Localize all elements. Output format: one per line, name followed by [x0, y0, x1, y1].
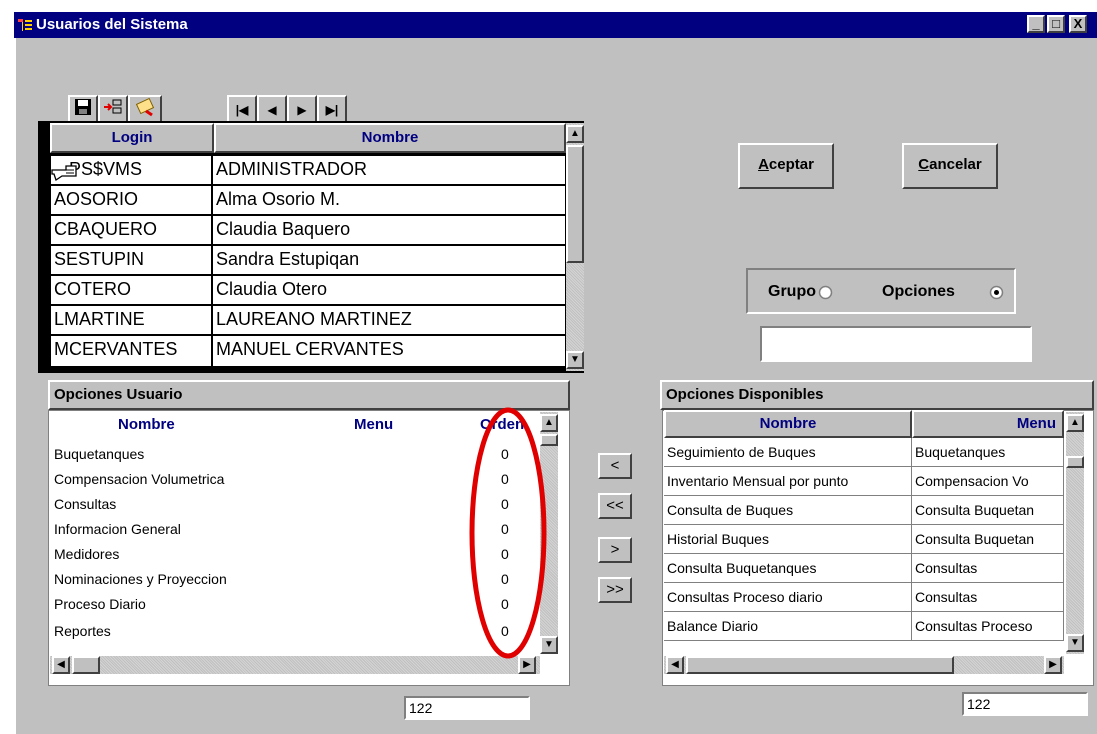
scroll-left-icon[interactable]: ◀ — [52, 656, 70, 674]
delete-record-button[interactable] — [128, 95, 162, 123]
mode-value-field[interactable] — [760, 326, 1032, 362]
table-row-nombre[interactable]: Sandra Estupiqan — [212, 245, 566, 275]
opciones-label: Opciones — [882, 283, 955, 300]
list-item[interactable]: Buquetanques — [54, 446, 144, 462]
annotation-ellipse — [469, 407, 547, 659]
table-row-nombre[interactable]: Claudia Otero — [212, 275, 566, 305]
table-row-menu[interactable]: Consulta Buquetan — [912, 496, 1064, 525]
accept-mnemonic: A — [758, 156, 769, 173]
close-button[interactable]: X — [1069, 15, 1087, 33]
table-row-nombre[interactable]: ADMINISTRADOR — [212, 155, 566, 185]
scroll-up-icon[interactable]: ▲ — [1066, 414, 1084, 432]
column-header-nombre[interactable]: Nombre — [214, 123, 566, 153]
save-icon — [75, 99, 91, 115]
table-row-login[interactable]: COTERO — [50, 275, 212, 305]
minimize-button[interactable]: _ — [1027, 15, 1045, 33]
table-row-nombre[interactable]: Balance Diario — [664, 612, 912, 641]
scroll-thumb[interactable] — [1066, 456, 1084, 468]
previous-record-button[interactable]: ◀ — [257, 95, 287, 123]
available-counter: 122 — [962, 692, 1088, 716]
record-pointer-icon — [51, 165, 77, 182]
scroll-down-icon[interactable]: ▼ — [566, 351, 584, 369]
last-record-icon: ▶| — [325, 103, 339, 117]
scroll-thumb[interactable] — [686, 656, 954, 674]
user-options-title: Opciones Usuario — [54, 386, 183, 403]
maximize-button[interactable]: □ — [1047, 15, 1065, 33]
scroll-up-icon[interactable]: ▲ — [566, 125, 584, 143]
list-item[interactable]: Consultas — [54, 496, 116, 512]
opciones-radio[interactable] — [989, 285, 1004, 300]
table-row-nombre[interactable]: Consulta de Buques — [664, 496, 912, 525]
list-item[interactable]: Compensacion Volumetrica — [54, 471, 224, 487]
list-item[interactable]: Proceso Diario — [54, 596, 146, 612]
table-row-login[interactable]: AOSORIO — [50, 185, 212, 215]
column-header-login[interactable]: Login — [50, 123, 214, 153]
list-item[interactable]: Medidores — [54, 546, 119, 562]
table-row-nombre[interactable]: LAUREANO MARTINEZ — [212, 305, 566, 335]
window-title: Usuarios del Sistema — [36, 16, 188, 33]
move-right-button[interactable]: > — [598, 537, 632, 563]
app-icon — [18, 19, 32, 31]
table-row-login[interactable]: CBAQUERO — [50, 215, 212, 245]
table-row-menu[interactable]: Consultas — [912, 583, 1064, 612]
cancel-mnemonic: C — [918, 156, 930, 173]
table-row-nombre[interactable]: Consulta Buquetanques — [664, 554, 912, 583]
insert-record-icon — [104, 99, 122, 114]
move-all-left-button[interactable]: << — [598, 493, 632, 519]
user-options-col-nombre[interactable]: Nombre — [118, 416, 175, 433]
accept-button[interactable]: Aceptar — [738, 143, 834, 189]
scroll-right-icon[interactable]: ▶ — [1044, 656, 1062, 674]
first-record-button[interactable]: |◀ — [227, 95, 257, 123]
table-row-nombre[interactable]: Historial Buques — [664, 525, 912, 554]
table-row-nombre[interactable]: Seguimiento de Buques — [664, 438, 912, 467]
scroll-down-icon[interactable]: ▼ — [1066, 634, 1084, 652]
table-row-login[interactable]: SESTUPIN — [50, 245, 212, 275]
accept-label: ceptar — [768, 156, 814, 173]
title-bar[interactable]: Usuarios del Sistema _ □ X — [14, 12, 1097, 38]
cancel-label: ancelar — [929, 156, 982, 173]
table-row-login[interactable]: LMARTINE — [50, 305, 212, 335]
table-row-menu[interactable]: Buquetanques — [912, 438, 1064, 467]
table-row-menu[interactable]: Consulta Buquetan — [912, 525, 1064, 554]
table-row-nombre[interactable]: MANUEL CERVANTES — [212, 335, 566, 367]
table-row-menu[interactable]: Compensacion Vo — [912, 467, 1064, 496]
next-record-button[interactable]: ▶ — [287, 95, 317, 123]
user-options-counter: 122 — [404, 696, 530, 720]
list-item[interactable]: Informacion General — [54, 521, 181, 537]
available-options-title: Opciones Disponibles — [666, 386, 824, 403]
save-button[interactable] — [68, 95, 98, 123]
table-row-nombre[interactable]: Alma Osorio M. — [212, 185, 566, 215]
cancel-button[interactable]: Cancelar — [902, 143, 998, 189]
available-col-nombre[interactable]: Nombre — [664, 410, 912, 438]
next-record-icon: ▶ — [297, 103, 307, 117]
grupo-label: Grupo — [768, 283, 816, 300]
user-options-col-menu[interactable]: Menu — [354, 416, 393, 433]
list-item[interactable]: Reportes — [54, 623, 111, 639]
users-grid[interactable]: Login Nombre PS$VMS ADMINISTRADOR AOSORI… — [38, 121, 584, 373]
scroll-thumb[interactable] — [566, 145, 584, 263]
available-vscrollbar[interactable] — [1066, 412, 1084, 654]
list-item[interactable]: Nominaciones y Proyeccion — [54, 571, 286, 587]
last-record-button[interactable]: ▶| — [317, 95, 347, 123]
table-row-menu[interactable]: Consultas Proceso — [912, 612, 1064, 641]
scroll-left-icon[interactable]: ◀ — [666, 656, 684, 674]
previous-record-icon: ◀ — [267, 103, 277, 117]
table-row-nombre[interactable]: Consultas Proceso diario — [664, 583, 912, 612]
table-row-nombre[interactable]: Claudia Baquero — [212, 215, 566, 245]
insert-record-button[interactable] — [98, 95, 128, 123]
available-col-menu[interactable]: Menu — [912, 410, 1064, 438]
first-record-icon: |◀ — [235, 103, 249, 117]
table-row-menu[interactable]: Consultas — [912, 554, 1064, 583]
grupo-radio[interactable] — [818, 285, 833, 300]
delete-record-icon — [135, 97, 155, 117]
move-left-button[interactable]: < — [598, 453, 632, 479]
table-row-login[interactable]: MCERVANTES — [50, 335, 212, 367]
scroll-thumb[interactable] — [72, 656, 100, 674]
table-row-nombre[interactable]: Inventario Mensual por punto — [664, 467, 912, 496]
move-all-right-button[interactable]: >> — [598, 577, 632, 603]
